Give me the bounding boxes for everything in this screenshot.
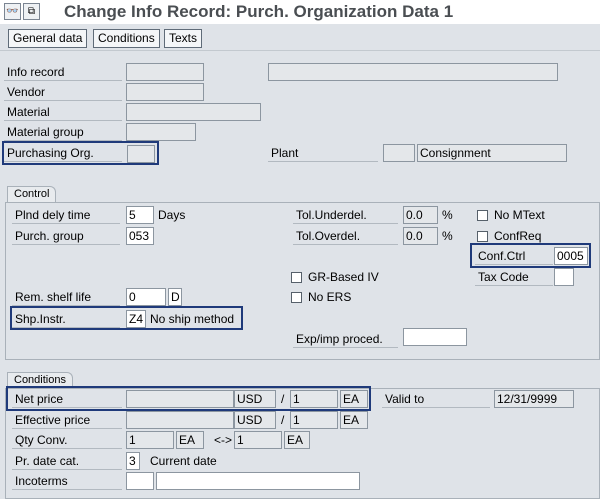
effective-price-label: Effective price: [12, 411, 122, 429]
effective-price-unit-field[interactable]: EA: [340, 411, 368, 429]
glasses-icon[interactable]: 👓: [4, 3, 21, 20]
no-ers-label: No ERS: [308, 290, 352, 304]
incoterms-label: Incoterms: [12, 472, 122, 490]
effective-price-currency-field[interactable]: USD: [234, 411, 276, 429]
title-bar: 👓 ⧉ Change Info Record: Purch. Organizat…: [0, 0, 600, 24]
purch-group-field[interactable]: 053: [126, 227, 154, 245]
incoterms-field[interactable]: [126, 472, 154, 490]
valid-to-field[interactable]: 12/31/9999: [494, 390, 574, 408]
tol-overdel-field[interactable]: 0.0: [403, 227, 438, 245]
material-group-label: Material group: [4, 123, 122, 141]
conf-ctrl-highlight: [470, 243, 591, 268]
control-group-title: Control: [7, 186, 57, 203]
tol-overdel-unit: %: [442, 229, 453, 243]
tol-underdel-field[interactable]: 0.0: [403, 206, 438, 224]
plnd-dely-time-label: Plnd dely time: [12, 206, 120, 224]
effective-price-per-field[interactable]: 1: [290, 411, 338, 429]
shp-instr-highlight: [10, 306, 243, 330]
incoterms-part2-field[interactable]: [156, 472, 360, 490]
qty-conv-unit1-field[interactable]: EA: [176, 431, 204, 449]
pr-date-cat-desc: Current date: [150, 454, 217, 468]
material-field[interactable]: [126, 103, 261, 121]
net-price-highlight: [6, 386, 371, 411]
material-group-field[interactable]: [126, 123, 196, 141]
gr-based-iv-checkbox[interactable]: [291, 272, 302, 283]
no-mtext-checkbox[interactable]: [477, 210, 488, 221]
tol-underdel-label: Tol.Underdel.: [293, 206, 398, 224]
pr-date-cat-field[interactable]: 3: [126, 452, 140, 470]
tol-overdel-label: Tol.Overdel.: [293, 227, 398, 245]
rem-shelf-life-label: Rem. shelf life: [12, 288, 120, 306]
rem-shelf-life-unit-field[interactable]: D: [168, 288, 182, 306]
confreq-checkbox[interactable]: [477, 231, 488, 242]
general-data-button[interactable]: General data: [8, 29, 88, 48]
qty-conv-label: Qty Conv.: [12, 431, 122, 449]
qty-conv-unit2-field[interactable]: EA: [284, 431, 310, 449]
no-ers-checkbox[interactable]: [291, 292, 302, 303]
conditions-button[interactable]: Conditions: [93, 29, 160, 48]
purch-group-label: Purch. group: [12, 227, 120, 245]
plant-field[interactable]: [383, 144, 415, 162]
qty-conv-arrow: <->: [214, 433, 233, 447]
qty-conv-value2-field[interactable]: 1: [234, 431, 282, 449]
gr-based-iv-label: GR-Based IV: [308, 270, 379, 284]
info-record-label: Info record: [4, 63, 122, 81]
rem-shelf-life-field[interactable]: 0: [126, 288, 166, 306]
effective-price-slash: /: [281, 413, 285, 427]
info-record-field[interactable]: [126, 63, 204, 81]
valid-to-label: Valid to: [382, 390, 490, 408]
effective-price-field[interactable]: [126, 411, 234, 429]
pr-date-cat-label: Pr. date cat.: [12, 452, 122, 470]
tax-code-label: Tax Code: [475, 268, 553, 286]
tax-code-field[interactable]: [554, 268, 574, 286]
plnd-dely-time-unit: Days: [158, 208, 186, 222]
no-mtext-label: No MText: [494, 208, 545, 222]
exp-imp-proced-label: Exp/imp proced.: [293, 330, 398, 348]
plnd-dely-time-field[interactable]: 5: [126, 206, 154, 224]
page-title: Change Info Record: Purch. Organization …: [64, 2, 454, 21]
purchasing-org-highlight: [2, 141, 159, 165]
other-object-icon[interactable]: ⧉: [23, 3, 40, 20]
exp-imp-proced-field[interactable]: [403, 328, 467, 346]
vendor-field[interactable]: [126, 83, 204, 101]
material-label: Material: [4, 103, 122, 121]
application-toolbar: General data Conditions Texts: [0, 24, 600, 51]
plant-label: Plant: [268, 144, 378, 162]
tol-underdel-unit: %: [442, 208, 453, 222]
texts-button[interactable]: Texts: [164, 29, 203, 48]
vendor-label: Vendor: [4, 83, 122, 101]
qty-conv-value1-field[interactable]: 1: [126, 431, 174, 449]
info-record-desc-field: [268, 63, 558, 81]
plant-desc-field: Consignment: [417, 144, 567, 162]
